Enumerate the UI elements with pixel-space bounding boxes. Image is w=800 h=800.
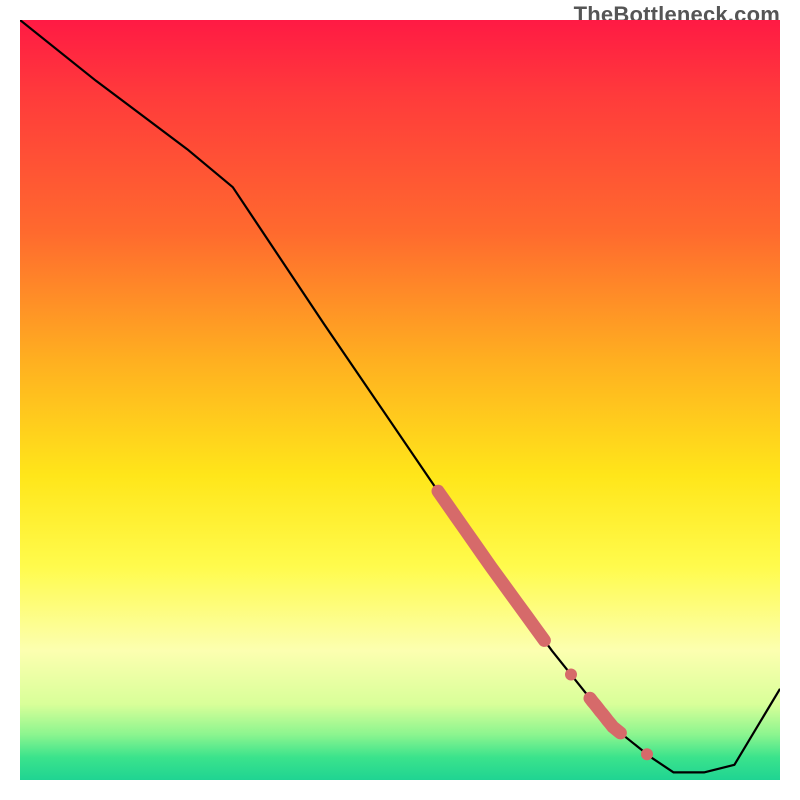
plot-area — [20, 20, 780, 780]
chart-container: TheBottleneck.com — [0, 0, 800, 800]
